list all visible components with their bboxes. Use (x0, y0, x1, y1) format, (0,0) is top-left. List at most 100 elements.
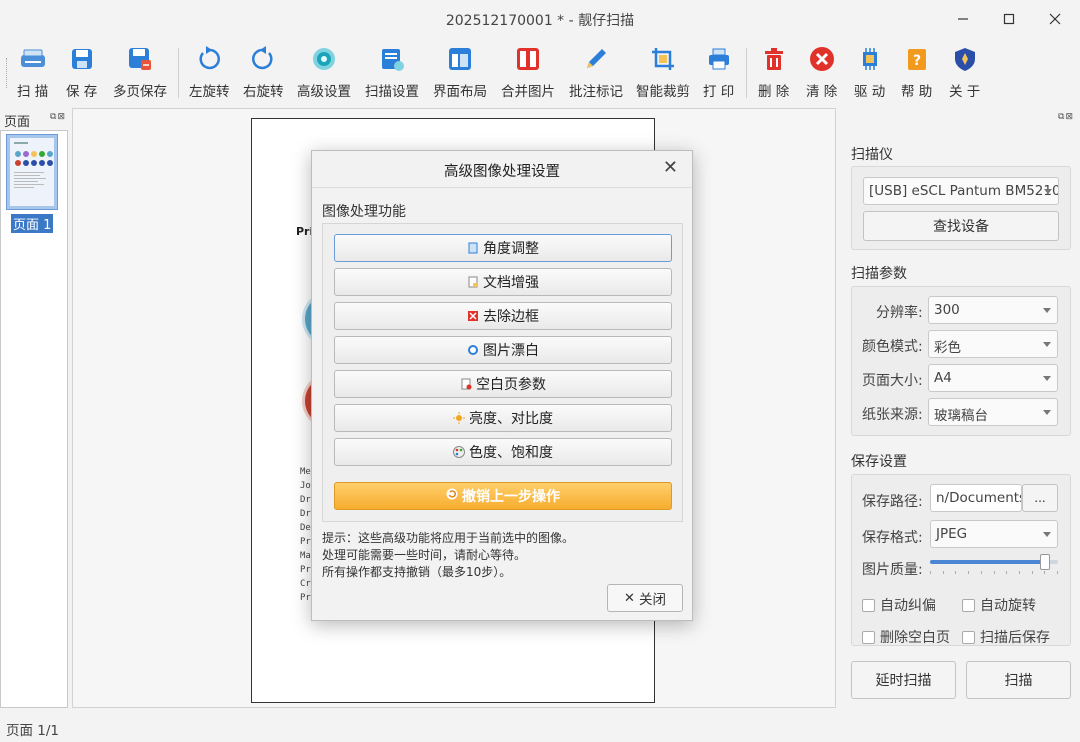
page-thumbnail[interactable] (6, 134, 58, 210)
driver-icon (855, 44, 885, 74)
page-text-line: Dr (300, 495, 311, 505)
toolbar-separator (178, 48, 179, 98)
auto-deskew-label: 自动纠偏 (880, 598, 936, 614)
scan-action-button[interactable]: 扫描 (966, 661, 1071, 699)
save-format-label: 保存格式: (862, 530, 923, 546)
undo-button[interactable]: 撤销上一步操作 (334, 482, 672, 510)
paper-source-select[interactable]: 玻璃稿台 (928, 398, 1058, 426)
toolbar-grip[interactable] (6, 58, 9, 88)
hue-saturation-button[interactable]: 色度、饱和度 (334, 438, 672, 466)
minimize-icon[interactable] (952, 8, 974, 30)
chevron-down-icon (1043, 376, 1051, 381)
layout-button[interactable]: 界面布局 (433, 44, 487, 102)
device-select[interactable]: [USB] eSCL Pantum BM5210 (863, 177, 1059, 205)
advanced-settings-button[interactable]: 高级设置 (297, 44, 351, 102)
annotate-button[interactable]: 批注标记 (569, 44, 623, 102)
panel-float-close-icon[interactable]: ⧉⊠ (1058, 112, 1074, 122)
save-path-value: n/Documents (936, 490, 1022, 506)
slider-tick (1019, 571, 1020, 574)
brightness-icon (453, 412, 465, 424)
brightness-contrast-button[interactable]: 亮度、对比度 (334, 404, 672, 432)
hue-saturation-label: 色度、饱和度 (469, 445, 553, 461)
delay-scan-button[interactable]: 延时扫描 (851, 661, 956, 699)
rotate-left-label: 左旋转 (189, 84, 230, 100)
document-enhance-icon (467, 276, 479, 288)
close-icon[interactable] (1044, 8, 1066, 30)
resolution-select[interactable]: 300 (928, 296, 1058, 324)
page-counter: 页面 1/1 (6, 723, 60, 739)
remove-border-button[interactable]: 去除边框 (334, 302, 672, 330)
about-button[interactable]: 关 于 (949, 44, 980, 102)
delete-button[interactable]: 删 除 (758, 44, 789, 102)
document-enhance-button[interactable]: 文档增强 (334, 268, 672, 296)
multi-save-label: 多页保存 (113, 84, 167, 100)
resolution-value: 300 (934, 302, 960, 318)
resolution-label: 分辨率: (876, 305, 923, 321)
clear-icon (807, 44, 837, 74)
clear-button[interactable]: 清 除 (806, 44, 837, 102)
merge-button[interactable]: 合并图片 (501, 44, 555, 102)
image-quality-slider[interactable] (930, 554, 1058, 570)
image-quality-label: 图片质量: (862, 562, 923, 578)
delete-icon (759, 44, 789, 74)
driver-button[interactable]: 驱 动 (854, 44, 885, 102)
scan-params-group: 分辨率: 300 颜色模式: 彩色 页面大小: A4 纸张来源: 玻璃稿台 (851, 286, 1071, 436)
blank-page-button[interactable]: 空白页参数 (334, 370, 672, 398)
help-icon: ? (902, 44, 932, 74)
help-button[interactable]: ? 帮 助 (901, 44, 932, 102)
save-format-select[interactable]: JPEG (930, 520, 1058, 548)
slider-tick (1006, 571, 1007, 574)
pages-list[interactable]: 页面 1 (0, 130, 68, 708)
bleach-icon (467, 344, 479, 356)
panel-float-close-icon[interactable]: ⧉⊠ (50, 112, 66, 122)
remove-blank-checkbox[interactable]: 删除空白页 (862, 627, 950, 647)
save-button[interactable]: 保 存 (66, 44, 97, 102)
advanced-settings-icon (309, 44, 339, 74)
bleach-button[interactable]: 图片漂白 (334, 336, 672, 364)
auto-rotate-label: 自动旋转 (980, 598, 1036, 614)
auto-deskew-checkbox[interactable]: 自动纠偏 (862, 595, 936, 615)
crop-label: 智能裁剪 (636, 84, 690, 100)
page-size-select[interactable]: A4 (928, 364, 1058, 392)
page-size-value: A4 (934, 370, 952, 386)
page-text-line: Ma (300, 551, 311, 561)
find-device-button[interactable]: 查找设备 (863, 211, 1059, 241)
checkbox-box (862, 630, 875, 644)
scan-settings-button[interactable]: 扫描设置 (365, 44, 419, 102)
auto-rotate-checkbox[interactable]: 自动旋转 (962, 595, 1036, 615)
page-text-line: De (300, 523, 311, 533)
multi-save-button[interactable]: 多页保存 (113, 44, 167, 102)
scan-button[interactable]: 扫 描 (17, 44, 48, 102)
image-quality-slider-handle[interactable] (1040, 554, 1051, 570)
advanced-image-dialog: 高级图像处理设置 ✕ 图像处理功能 角度调整 文档增强 去除边框 图片漂白 空白… (311, 150, 693, 621)
save-path-input[interactable]: n/Documents (930, 484, 1022, 512)
settings-panel: ⧉⊠ 扫描仪 [USB] eSCL Pantum BM5210 查找设备 扫描参… (840, 108, 1080, 708)
browse-button[interactable]: ... (1022, 484, 1058, 512)
angle-adjust-button[interactable]: 角度调整 (334, 234, 672, 262)
dialog-hint-line: 所有操作都支持撤销（最多10步）。 (322, 565, 512, 579)
save-format-value: JPEG (936, 526, 968, 542)
image-quality-slider-fill (930, 560, 1046, 564)
maximize-icon[interactable] (998, 8, 1020, 30)
title-bar: 202512170001 * - 靓仔扫描 (0, 0, 1080, 38)
checkbox-box (862, 598, 875, 612)
page-text-line: Me (300, 467, 311, 477)
dialog-close-icon[interactable]: ✕ (663, 157, 678, 178)
save-after-scan-checkbox[interactable]: 扫描后保存 (962, 627, 1050, 647)
page-text-line: Cr (300, 579, 311, 589)
crop-button[interactable]: 智能裁剪 (636, 44, 690, 102)
dialog-divider (312, 187, 692, 188)
slider-tick (955, 571, 956, 574)
page-text-line: Dr (300, 509, 311, 519)
save-icon (67, 44, 97, 74)
remove-blank-label: 删除空白页 (880, 630, 950, 646)
undo-icon (446, 488, 458, 504)
save-path-label: 保存路径: (862, 494, 923, 510)
print-button[interactable]: 打 印 (703, 44, 734, 102)
dialog-close-button[interactable]: ✕ 关闭 (607, 584, 683, 612)
window-title: 202512170001 * - 靓仔扫描 (445, 13, 635, 29)
color-mode-select[interactable]: 彩色 (928, 330, 1058, 358)
scan-settings-icon (377, 44, 407, 74)
rotate-left-button[interactable]: 左旋转 (189, 44, 230, 102)
rotate-right-button[interactable]: 右旋转 (243, 44, 284, 102)
